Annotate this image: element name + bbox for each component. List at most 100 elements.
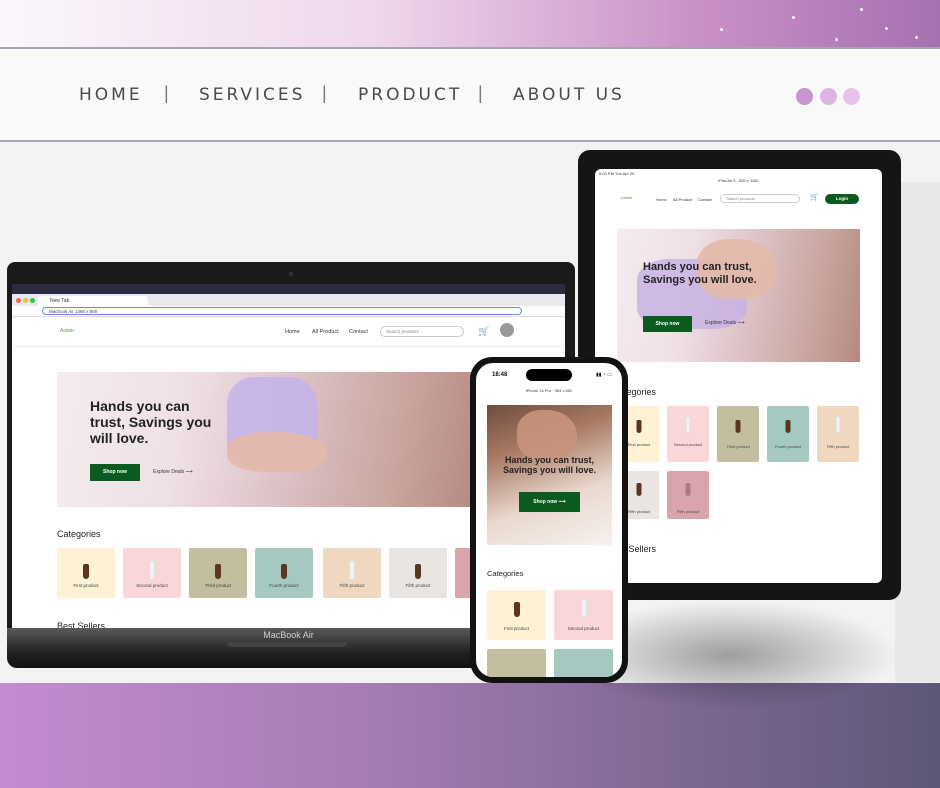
categories-title: Categories	[487, 569, 524, 578]
hero-hand	[517, 410, 577, 460]
category-card[interactable]: Fifth product	[667, 471, 709, 519]
minimize-window-icon[interactable]	[23, 298, 28, 303]
explore-deals-label: Explore Deals	[705, 320, 737, 326]
signal-battery-icon: ▮▮ ◔ ▭	[595, 372, 612, 378]
category-card[interactable]: Third product	[189, 548, 247, 598]
categories-title: Categories	[57, 529, 101, 539]
shop-now-button[interactable]: Shop now	[643, 316, 692, 332]
product-bottle	[83, 564, 89, 579]
decor-dot	[796, 88, 813, 105]
status-time: 18:48	[492, 372, 508, 378]
close-window-icon[interactable]	[16, 298, 21, 303]
shop-now-label: Shop now	[533, 499, 558, 505]
category-card[interactable]: Fifth product	[323, 548, 381, 598]
shop-now-button[interactable]: Shop now	[90, 464, 140, 481]
nav-about-us[interactable]: ABOUT US	[513, 85, 625, 105]
product-tube	[580, 598, 587, 618]
site-header: Aslam Home All Product Contact Search pr…	[12, 317, 565, 347]
hero-banner: Hands you can trust, Savings you will lo…	[487, 405, 612, 545]
site-logo[interactable]: Aslam	[60, 328, 74, 334]
category-card[interactable]: Second product	[554, 590, 613, 640]
category-label: Second product	[567, 626, 600, 631]
category-card[interactable]: Fourth product	[255, 548, 313, 598]
category-card[interactable]: Second product	[123, 548, 181, 598]
product-tube	[149, 560, 155, 580]
site-link-contact[interactable]: Contact	[698, 197, 712, 202]
decor-dot	[820, 88, 837, 105]
decor-dot	[843, 88, 860, 105]
site-link-contact[interactable]: Contact	[349, 329, 368, 335]
category-card[interactable]: Fifth product	[389, 548, 447, 598]
sparkle	[885, 27, 888, 30]
tablet-screen: 6:03 PM Tue Apr 25 iPad Air 5 - 820 x 11…	[595, 169, 882, 583]
site-link-home[interactable]: Home	[285, 329, 300, 335]
nav-product[interactable]: PRODUCT	[358, 85, 462, 105]
address-field[interactable]: Macbook Air 1280 x 800	[42, 307, 522, 315]
site-link-all-product[interactable]: All Product	[673, 197, 692, 202]
sparkle	[860, 8, 863, 11]
cart-icon[interactable]: 🛒	[478, 326, 489, 337]
category-label: First product	[73, 583, 99, 588]
product-bottle	[281, 564, 287, 579]
category-label: Second product	[673, 442, 703, 447]
sparkle	[720, 28, 723, 31]
category-label: Fifth product	[676, 509, 700, 514]
hero-title: Hands you can trust, Savings you will lo…	[502, 455, 597, 476]
product-bottle	[636, 420, 642, 433]
category-label: Third product	[726, 444, 750, 449]
category-card[interactable]: Third product	[717, 406, 759, 462]
cart-icon[interactable]: 🛒	[810, 193, 819, 201]
mac-menubar	[12, 284, 565, 294]
browser-tab[interactable]: New Tab	[38, 296, 148, 306]
hero-hand	[227, 432, 327, 472]
product-bottle	[636, 483, 642, 496]
explore-deals-label: Explore Deals	[153, 469, 185, 475]
backdrop-panel	[895, 182, 940, 682]
avatar[interactable]	[500, 323, 514, 337]
phone-screen: 18:48 ▮▮ ◔ ▭ iPhone 14 Pro · 393 x 852 H…	[476, 363, 622, 677]
explore-deals-link[interactable]: Explore Deals ⟶	[705, 320, 745, 326]
site-logo[interactable]: Aslam	[621, 195, 632, 200]
category-card[interactable]: Fourth product	[767, 406, 809, 462]
hero-title: Hands you can trust, Savings you will lo…	[90, 398, 212, 447]
camera-icon	[289, 272, 293, 276]
category-label: Second product	[136, 583, 168, 588]
device-label: iPhone 14 Pro · 393 x 852	[525, 388, 573, 393]
product-bottle	[415, 564, 421, 579]
dynamic-island	[526, 369, 572, 381]
nav-services[interactable]: SERVICES	[199, 85, 305, 105]
explore-deals-link[interactable]: Explore Deals ⟶	[153, 469, 193, 475]
hero-banner: Hands you can trust, Savings you will lo…	[57, 372, 477, 507]
search-input[interactable]: Search products	[720, 194, 800, 203]
site-link-all-product[interactable]: All Product	[312, 329, 339, 335]
login-button[interactable]: Login	[825, 194, 859, 204]
nav-separator: |	[164, 83, 169, 103]
category-label: Fifth product	[339, 583, 365, 588]
category-card[interactable]	[554, 649, 613, 677]
site-link-home[interactable]: Home	[656, 197, 667, 202]
category-label: Fourth product	[269, 583, 299, 588]
category-label: Fifth product	[826, 444, 850, 449]
product-bottle	[215, 564, 221, 579]
category-card[interactable]: Second product	[667, 406, 709, 462]
hero-banner: Hands you can trust, Savings you will lo…	[617, 229, 860, 362]
product-tube	[349, 560, 355, 580]
search-input[interactable]: Search products	[380, 326, 464, 337]
hero-title: Hands you can trust, Savings you will lo…	[643, 261, 757, 286]
maximize-window-icon[interactable]	[30, 298, 35, 303]
category-card[interactable]: First product	[57, 548, 115, 598]
promo-stage: HOME | SERVICES | PRODUCT | ABOUT US New…	[0, 0, 940, 788]
nav-home[interactable]: HOME	[79, 85, 143, 105]
product-bottle	[513, 602, 520, 617]
product-bottle	[685, 483, 691, 496]
laptop-notch	[227, 642, 347, 647]
category-card[interactable]: Fifth product	[817, 406, 859, 462]
sparkle	[835, 38, 838, 41]
category-label: Fourth product	[774, 444, 801, 449]
category-card[interactable]	[487, 649, 546, 677]
sparkle	[915, 36, 918, 39]
status-time: 6:03 PM Tue Apr 25	[599, 171, 635, 176]
shop-now-button[interactable]: Shop now ⟶	[519, 492, 580, 512]
nav-separator: |	[478, 83, 483, 103]
category-card[interactable]: First product	[487, 590, 546, 640]
